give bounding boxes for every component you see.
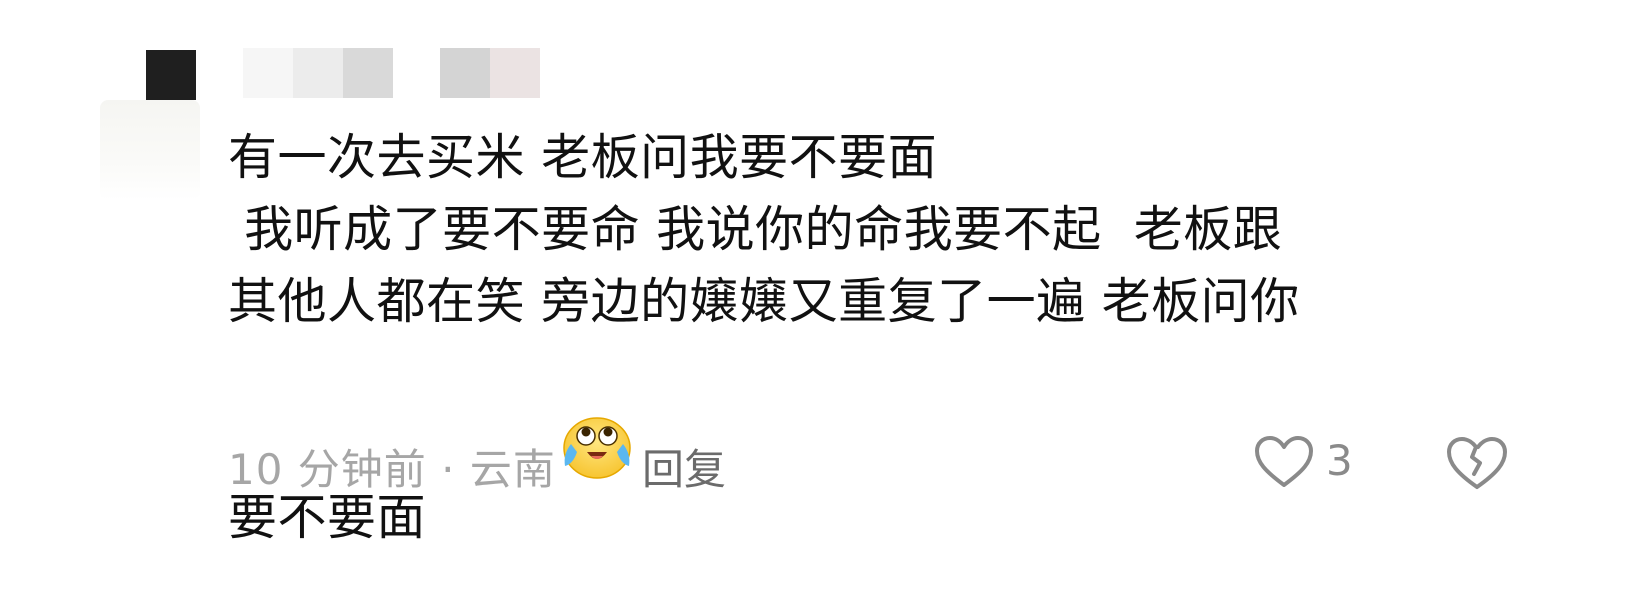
- crying-laughing-face-icon: [432, 338, 631, 479]
- reply-button[interactable]: 回复: [642, 436, 726, 497]
- comment-text-tail: 要不要面: [228, 489, 427, 546]
- comment-item: 有一次去买米 老板问我要不要面 我听成了要不要命 我说你的命我要不起 老板跟 其…: [0, 0, 1645, 600]
- comment-text-line: 有一次去买米 老板问我要不要面: [228, 129, 938, 186]
- avatar-blur: [100, 100, 200, 200]
- like-button[interactable]: 3: [1253, 430, 1363, 494]
- username-redacted[interactable]: [243, 48, 543, 98]
- broken-heart-icon: [1447, 437, 1507, 489]
- comment-text-line: 我听成了要不要命 我说你的命我要不起 老板跟: [228, 201, 1283, 258]
- dislike-button[interactable]: [1445, 434, 1509, 494]
- like-count: 3: [1326, 436, 1353, 485]
- comment-text-line: 其他人都在笑 旁边的嬢嬢又重复了一遍 老板问你: [228, 273, 1300, 330]
- avatar[interactable]: [100, 50, 200, 200]
- username-pixel: [343, 48, 393, 98]
- comment-meta-row: 10 分钟前 · 云南 回复 3: [228, 430, 1528, 494]
- username-pixel: [293, 48, 343, 98]
- username-pixel: [490, 48, 540, 98]
- username-pixel: [440, 48, 490, 98]
- avatar-pixel: [146, 50, 196, 100]
- username-pixel: [243, 48, 293, 98]
- comment-time-location: 10 分钟前 · 云南: [228, 445, 556, 494]
- heart-outline-icon: [1255, 436, 1313, 487]
